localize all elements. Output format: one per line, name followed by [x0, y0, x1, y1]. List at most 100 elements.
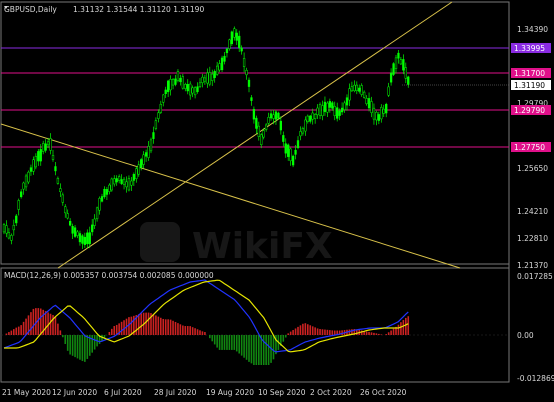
candle-body	[397, 52, 400, 59]
macd-hist-bar	[172, 320, 174, 335]
candle-body	[240, 47, 243, 52]
candle-body	[203, 77, 207, 82]
candle-body	[296, 140, 300, 149]
macd-hist-bar	[186, 326, 189, 335]
macd-hist-bar	[211, 335, 214, 342]
candle-body	[184, 84, 187, 89]
candle-body	[399, 59, 403, 65]
macd-hist-bar	[329, 330, 331, 335]
macd-hist-bar	[30, 312, 32, 335]
candle-body	[385, 103, 388, 114]
price-tag: 1.31700	[514, 69, 545, 78]
candle-body	[51, 155, 55, 160]
candle-body	[149, 139, 153, 152]
macd-hist-bar	[169, 319, 172, 335]
candle-body	[56, 178, 60, 184]
candle-body	[37, 151, 40, 162]
macd-hist-bar	[240, 335, 243, 356]
macd-hist-bar	[378, 333, 380, 335]
price-tick: 1.21370	[517, 261, 548, 270]
candle-body	[328, 101, 332, 108]
candle-body	[76, 231, 79, 236]
candle-body	[171, 79, 175, 86]
macd-hist-bar	[162, 318, 165, 335]
candle-body	[213, 70, 216, 78]
price-chart[interactable]: GBPUSD,Daily 1.31132 1.31544 1.31120 1.3…	[0, 0, 554, 402]
time-label: 26 Oct 2020	[360, 388, 407, 397]
macd-hist-bar	[331, 330, 334, 335]
candle-body	[265, 124, 268, 130]
macd-hist-bar	[333, 330, 336, 335]
candle-body	[103, 188, 106, 198]
candle-body	[233, 28, 236, 38]
candle-body	[118, 176, 121, 181]
candle-body	[225, 48, 229, 54]
candle-body	[140, 159, 143, 168]
candle-body	[220, 57, 224, 71]
candle-body	[201, 76, 204, 83]
ohlc-readout: 1.31132 1.31544 1.31120 1.31190	[73, 5, 204, 14]
candle-body	[365, 98, 368, 105]
candle-body	[340, 107, 344, 113]
macd-hist-bar	[250, 335, 253, 364]
candle-body	[257, 125, 260, 137]
macd-hist-bar	[238, 335, 240, 354]
candle-body	[88, 232, 91, 245]
macd-hist-bar	[86, 335, 89, 359]
price-tick: 1.34390	[517, 25, 548, 34]
macd-hist-bar	[81, 335, 84, 362]
candle-body	[272, 114, 275, 119]
candle-body	[127, 178, 131, 191]
macd-hist-bar	[113, 326, 116, 335]
macd-hist-bar	[189, 326, 191, 335]
macd-hist-bar	[32, 308, 35, 335]
macd-hist-bar	[157, 316, 160, 335]
candle-body	[353, 84, 356, 92]
candle-body	[71, 226, 74, 234]
price-tag: 1.29790	[514, 106, 545, 115]
time-label: 21 May 2020	[2, 388, 51, 397]
candle-body	[274, 111, 278, 120]
macd-hist-bar	[84, 335, 86, 362]
macd-hist-bar	[196, 329, 199, 335]
macd-hist-bar	[20, 325, 22, 335]
macd-hist-bar	[390, 330, 392, 335]
candle-body	[120, 179, 123, 184]
candle-body	[115, 178, 118, 183]
macd-hist-bar	[15, 327, 18, 335]
macd-hist-bar	[17, 326, 20, 335]
candle-body	[314, 114, 317, 119]
candle-body	[377, 114, 381, 121]
macd-hist-bar	[79, 335, 81, 360]
candle-body	[348, 88, 351, 101]
time-label: 2 Oct 2020	[310, 388, 352, 397]
candle-body	[404, 67, 407, 79]
time-label: 12 Jun 2020	[52, 388, 97, 397]
candle-body	[250, 97, 253, 101]
macd-hist-bar	[375, 333, 378, 335]
macd-hist-bar	[302, 323, 304, 335]
macd-hist-bar	[324, 329, 326, 335]
macd-hist-bar	[44, 311, 47, 335]
macd-hist-bar	[360, 330, 363, 335]
candle-body	[46, 141, 50, 146]
macd-hist-bar	[59, 330, 62, 335]
macd-hist-bar	[155, 315, 157, 335]
macd-hist-bar	[258, 335, 260, 365]
candle-body	[34, 156, 38, 168]
macd-hist-bar	[304, 323, 307, 335]
macd-tick: 0.017285	[517, 272, 553, 281]
macd-hist-bar	[74, 335, 76, 358]
candle-body	[12, 225, 15, 231]
candle-body	[363, 91, 366, 98]
candle-body	[235, 32, 238, 41]
candle-body	[291, 155, 295, 166]
candle-body	[380, 106, 383, 120]
candle-body	[355, 84, 358, 91]
candle-body	[105, 189, 109, 195]
price-tag: 1.27750	[514, 143, 545, 152]
macd-hist-bar	[177, 323, 179, 335]
candle-body	[125, 181, 128, 188]
candle-body	[389, 72, 393, 83]
candle-body	[287, 144, 290, 157]
